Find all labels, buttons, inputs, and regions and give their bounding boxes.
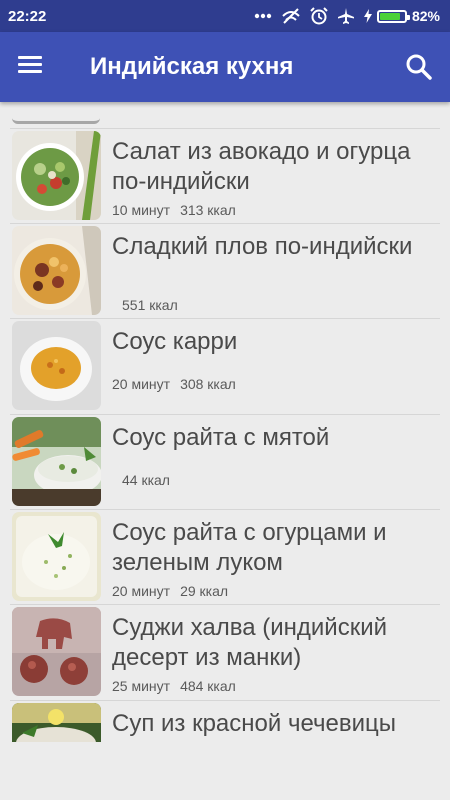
divider (10, 509, 440, 510)
recipe-calories: 313 ккал (180, 202, 236, 218)
list-item[interactable]: Соус райта с мятой 44 ккал (0, 414, 450, 509)
recipe-meta: 551 ккал (112, 297, 178, 313)
battery-percent: 82% (411, 8, 440, 24)
recipe-meta: 25 минут 484 ккал (112, 678, 236, 694)
status-icons: 82% (254, 7, 440, 25)
divider (10, 318, 440, 319)
recipe-time: 25 минут (112, 678, 171, 694)
airplane-icon (337, 7, 355, 25)
divider (10, 604, 440, 605)
battery-indicator: 82% (363, 8, 440, 24)
recipe-calories: 29 ккал (180, 583, 229, 599)
status-bar: 22:22 82% (0, 0, 450, 32)
hamburger-menu-icon[interactable] (18, 52, 52, 82)
recipe-name: Салат из авокадо и огурца по-индийски (112, 138, 411, 195)
divider (10, 414, 440, 415)
recipe-name: Соус райта с мятой (112, 424, 330, 451)
recipe-name: Соус карри (112, 328, 238, 355)
recipe-time: 20 минут (112, 583, 171, 599)
recipe-calories: 308 ккал (180, 376, 236, 392)
recipe-calories: 44 ккал (122, 472, 170, 488)
data-off-icon (281, 7, 301, 25)
page-title: Индийская кухня (90, 53, 294, 80)
alarm-icon (310, 7, 328, 25)
more-dots-icon (254, 13, 272, 19)
charging-icon (363, 9, 372, 23)
recipe-time: 10 минут (112, 202, 171, 218)
list-item[interactable]: Сладкий плов по-индийски 551 ккал (0, 223, 450, 318)
search-icon[interactable] (404, 52, 436, 84)
recipe-calories: 484 ккал (180, 678, 236, 694)
recipe-thumbnail (12, 607, 101, 696)
status-time: 22:22 (8, 7, 47, 25)
divider (10, 700, 440, 701)
list-item[interactable]: Суджи халва (индийский десерт из манки) … (0, 604, 450, 699)
battery-icon (376, 9, 410, 23)
recipe-name: Суп из красной чечевицы (112, 710, 397, 737)
previous-item-thumbnail-edge (12, 102, 100, 124)
recipe-meta: 44 ккал (112, 472, 170, 488)
app-bar: Индийская кухня (0, 32, 450, 102)
divider (10, 128, 440, 129)
list-item[interactable]: Соус карри 20 минут 308 ккал (0, 318, 450, 413)
recipe-name: Соус райта с огурцами и зеленым луком (112, 519, 387, 576)
list-item[interactable]: Соус райта с огурцами и зеленым луком 20… (0, 509, 450, 604)
recipe-meta: 20 минут 308 ккал (112, 376, 236, 392)
recipe-thumbnail (12, 703, 101, 742)
recipe-calories: 551 ккал (122, 297, 178, 313)
recipe-thumbnail (12, 226, 101, 315)
recipe-list[interactable]: Салат из авокадо и огурца по-индийски 10… (0, 102, 450, 742)
recipe-thumbnail (12, 321, 101, 410)
list-item[interactable]: Суп из красной чечевицы (0, 700, 450, 742)
divider (10, 223, 440, 224)
battery-fill (379, 12, 400, 20)
recipe-meta: 10 минут 313 ккал (112, 202, 236, 218)
recipe-time: 20 минут (112, 376, 171, 392)
recipe-thumbnail (12, 512, 101, 601)
recipe-thumbnail (12, 131, 101, 220)
recipe-thumbnail (12, 417, 101, 506)
recipe-meta: 20 минут 29 ккал (112, 583, 228, 599)
recipe-name: Суджи халва (индийский десерт из манки) (112, 614, 388, 671)
list-item[interactable]: Салат из авокадо и огурца по-индийски 10… (0, 128, 450, 223)
recipe-name: Сладкий плов по-индийски (112, 233, 413, 260)
